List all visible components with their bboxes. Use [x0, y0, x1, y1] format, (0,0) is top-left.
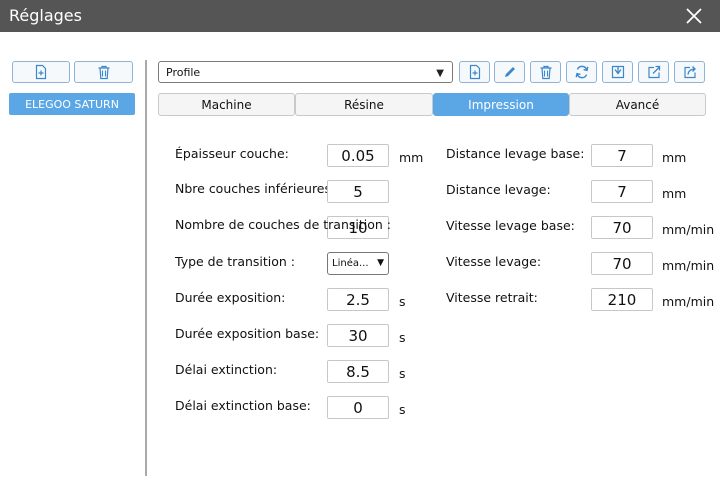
lift-distance-input[interactable]: 7 — [591, 180, 653, 203]
chevron-down-icon: ▼ — [377, 258, 384, 268]
light-off-delay-unit: s — [399, 366, 406, 381]
close-icon[interactable] — [684, 6, 704, 26]
add-file-icon — [469, 64, 480, 80]
exposure-time-label: Durée exposition: — [175, 290, 286, 305]
bottom-exposure-time-label: Durée exposition base: — [175, 326, 320, 341]
refresh-icon — [575, 65, 588, 79]
bottom-light-off-delay-unit: s — [399, 402, 406, 417]
exposure-time-input[interactable]: 2.5 — [327, 288, 389, 311]
delete-profile-button[interactable] — [530, 61, 561, 83]
trash-icon — [540, 65, 551, 80]
bottom-light-off-delay-input[interactable]: 0 — [327, 396, 389, 419]
light-off-delay-input[interactable]: 8.5 — [327, 360, 389, 383]
profile-select-value: Profile — [166, 66, 201, 79]
rename-profile-button[interactable] — [494, 61, 525, 83]
retract-speed-unit: mm/min — [662, 294, 715, 309]
retract-speed-input[interactable]: 210 — [591, 288, 653, 311]
share-icon — [683, 66, 696, 79]
tab-machine[interactable]: Machine — [158, 93, 295, 116]
bottom-lift-speed-label: Vitesse levage base: — [446, 218, 575, 233]
bottom-exposure-time-input[interactable]: 30 — [327, 324, 389, 347]
vertical-divider — [145, 60, 147, 476]
settings-window: Réglages ELEGOO SATURN Profile ▼ Machine… — [0, 0, 720, 504]
transition-type-select[interactable]: Linéa... ▼ — [327, 252, 389, 275]
chevron-down-icon: ▼ — [436, 68, 444, 79]
lift-speed-input[interactable]: 70 — [591, 252, 653, 275]
retract-speed-label: Vitesse retrait: — [446, 290, 538, 305]
profile-select[interactable]: Profile ▼ — [158, 61, 453, 83]
import-icon — [611, 65, 624, 79]
sidebar-add-profile-button[interactable] — [12, 61, 70, 83]
title-bar: Réglages — [0, 0, 720, 32]
transition-layers-label: Nombre de couches de transition : — [175, 217, 391, 232]
export-profile-button[interactable] — [638, 61, 669, 83]
layer-thickness-label: Épaisseur couche: — [175, 146, 289, 161]
layer-thickness-unit: mm — [399, 150, 424, 165]
bottom-layers-label: Nbre couches inférieures: — [175, 181, 336, 196]
lift-speed-unit: mm/min — [662, 258, 715, 273]
bottom-lift-speed-input[interactable]: 70 — [591, 216, 653, 239]
trash-icon — [98, 65, 109, 80]
share-profile-button[interactable] — [674, 61, 705, 83]
sidebar-item-elegoo-saturn[interactable]: ELEGOO SATURN — [9, 93, 135, 115]
tab-resine[interactable]: Résine — [295, 93, 433, 116]
add-profile-button[interactable] — [459, 61, 490, 83]
lift-speed-label: Vitesse levage: — [446, 254, 542, 269]
bottom-exposure-time-unit: s — [399, 330, 406, 345]
light-off-delay-label: Délai extinction: — [175, 362, 278, 377]
pencil-icon — [504, 67, 515, 77]
bottom-lift-distance-unit: mm — [662, 150, 687, 165]
lift-distance-unit: mm — [662, 186, 687, 201]
bottom-light-off-delay-label: Délai extinction base: — [175, 398, 311, 413]
tab-avance[interactable]: Avancé — [569, 93, 706, 116]
import-profile-button[interactable] — [602, 61, 633, 83]
bottom-lift-distance-label: Distance levage base: — [446, 146, 585, 161]
transition-type-label: Type de transition : — [175, 254, 296, 269]
bottom-lift-speed-unit: mm/min — [662, 222, 715, 237]
reset-profile-button[interactable] — [566, 61, 597, 83]
bottom-lift-distance-input[interactable]: 7 — [591, 144, 653, 167]
layer-thickness-input[interactable]: 0.05 — [327, 144, 389, 167]
window-title: Réglages — [9, 6, 82, 25]
export-icon — [647, 65, 660, 79]
tab-impression[interactable]: Impression — [433, 93, 569, 116]
exposure-time-unit: s — [399, 294, 406, 309]
bottom-layers-input[interactable]: 5 — [327, 180, 389, 203]
add-file-icon — [35, 64, 47, 80]
sidebar-delete-profile-button[interactable] — [74, 61, 133, 83]
transition-type-value: Linéa... — [332, 258, 369, 269]
lift-distance-label: Distance levage: — [446, 182, 551, 197]
